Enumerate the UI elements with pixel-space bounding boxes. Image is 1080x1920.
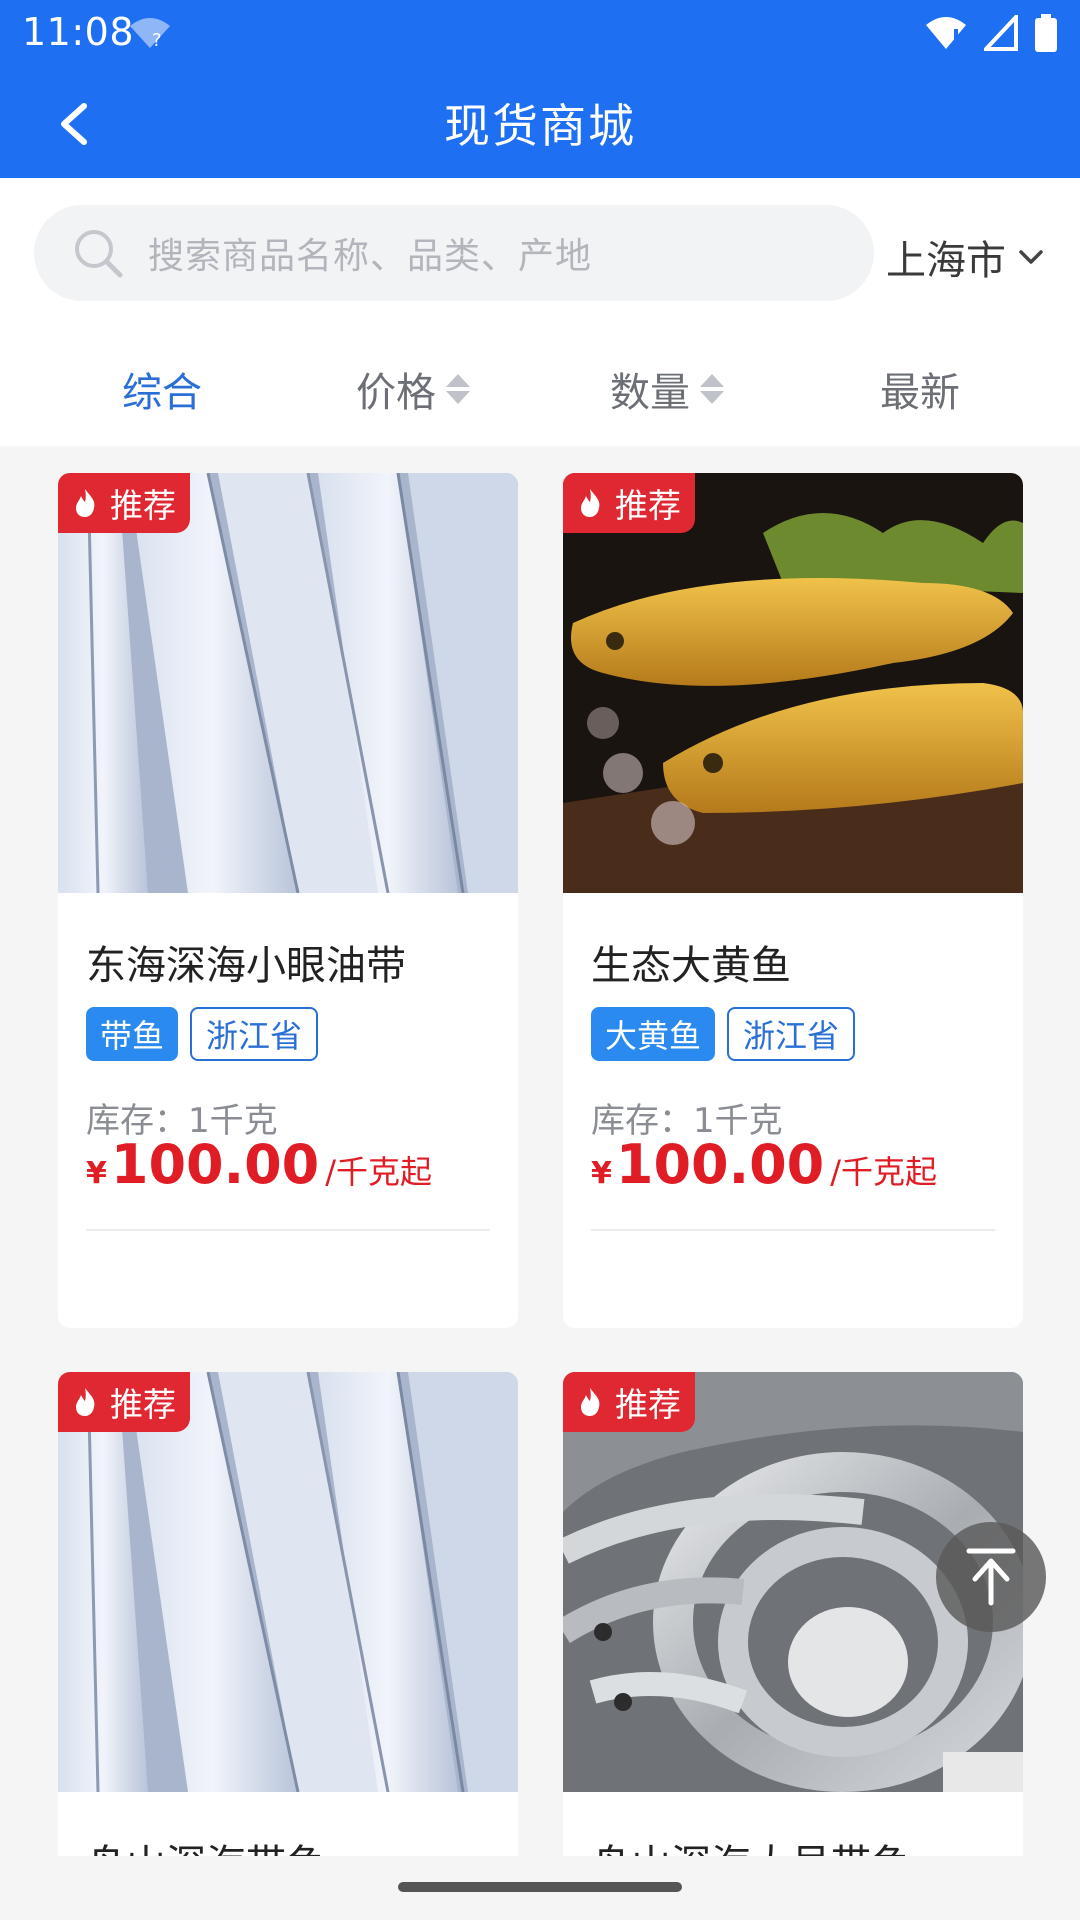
price: ¥ 100.00 /千克起 (86, 1133, 432, 1196)
price: ¥ 100.00 /千克起 (591, 1133, 937, 1196)
sort-tabs: 综合 价格 数量 最新 (0, 328, 1080, 446)
search-icon (75, 230, 123, 278)
search-input[interactable]: 搜索商品名称、品类、产地 (34, 205, 874, 301)
page-title: 现货商城 (444, 99, 636, 153)
svg-text:?: ? (152, 30, 162, 50)
origin-tag: 浙江省 (190, 1007, 319, 1061)
status-bar: 11:08 ? (0, 0, 1080, 70)
price-unit: /千克起 (325, 1153, 433, 1191)
tab-label: 价格 (356, 370, 436, 416)
tab-comprehensive[interactable]: 综合 (122, 360, 202, 418)
flame-icon (76, 489, 95, 517)
search-area: 搜索商品名称、品类、产地 上海市 (0, 178, 1080, 328)
product-card[interactable]: 推荐 舟山深海带鱼 (58, 1372, 518, 1920)
app-header: 11:08 ? 现货商城 (0, 0, 1080, 178)
price-value: 100.00 (615, 1133, 825, 1196)
city-label: 上海市 (886, 238, 1006, 284)
divider (591, 1229, 995, 1231)
home-indicator[interactable] (398, 1882, 682, 1892)
tab-label: 综合 (122, 370, 202, 416)
product-image (58, 1372, 518, 1792)
sort-arrows-icon (700, 374, 724, 404)
product-title: 生态大黄鱼 (591, 943, 791, 989)
category-tag: 带鱼 (86, 1007, 179, 1061)
badge-label: 推荐 (110, 486, 176, 525)
signal-icon (984, 15, 1018, 51)
recommend-badge: 推荐 (563, 1372, 695, 1432)
price-value: 100.00 (110, 1133, 320, 1196)
wifi-unknown-icon: ? (130, 18, 170, 50)
battery-icon (1035, 14, 1057, 52)
flame-icon (76, 1388, 95, 1416)
product-card[interactable]: 推荐 东海深海小眼油带 带鱼 浙江省 库存：1千克 ¥ 100.00 /千克起 (58, 473, 518, 1328)
badge-label: 推荐 (110, 1385, 176, 1424)
tab-price[interactable]: 价格 (356, 360, 470, 418)
flame-icon (581, 489, 600, 517)
product-image (58, 473, 518, 893)
tab-label: 最新 (880, 370, 960, 416)
price-unit: /千克起 (830, 1153, 938, 1191)
product-title: 东海深海小眼油带 (86, 943, 406, 989)
tab-label: 数量 (610, 370, 690, 416)
tab-newest[interactable]: 最新 (880, 360, 960, 418)
badge-label: 推荐 (615, 486, 681, 525)
status-time: 11:08 (22, 10, 135, 54)
navigation-bar: 现货商城 (0, 70, 1080, 178)
search-placeholder: 搜索商品名称、品类、产地 (148, 236, 593, 277)
chevron-down-icon (1019, 250, 1043, 264)
screen: 11:08 ? 现货商城 搜索商品名称、品类、产地 上海市 综合 价格 数量 最… (0, 0, 1080, 1920)
back-to-top-button[interactable] (936, 1522, 1046, 1632)
arrow-up-to-top-icon (966, 1548, 1016, 1606)
sort-arrows-icon (446, 374, 470, 404)
status-icons (924, 14, 1058, 52)
city-selector[interactable]: 上海市 (886, 228, 1046, 286)
category-tag: 大黄鱼 (591, 1007, 716, 1061)
price-currency: ¥ (591, 1156, 612, 1191)
product-tags: 大黄鱼 浙江省 (591, 1007, 856, 1061)
origin-tag: 浙江省 (727, 1007, 856, 1061)
price-currency: ¥ (86, 1156, 107, 1191)
recommend-badge: 推荐 (58, 1372, 190, 1432)
product-tags: 带鱼 浙江省 (86, 1007, 319, 1061)
product-card[interactable]: 推荐 生态大黄鱼 大黄鱼 浙江省 库存：1千克 ¥ 100.00 /千克起 (563, 473, 1023, 1328)
wifi-icon (926, 17, 966, 49)
recommend-badge: 推荐 (563, 473, 695, 533)
recommend-badge: 推荐 (58, 473, 190, 533)
tab-quantity[interactable]: 数量 (610, 360, 724, 418)
product-card[interactable]: 推荐 舟山深海大号带鱼 (563, 1372, 1023, 1920)
flame-icon (581, 1388, 600, 1416)
divider (86, 1229, 490, 1231)
product-image (563, 473, 1023, 893)
badge-label: 推荐 (615, 1385, 681, 1424)
